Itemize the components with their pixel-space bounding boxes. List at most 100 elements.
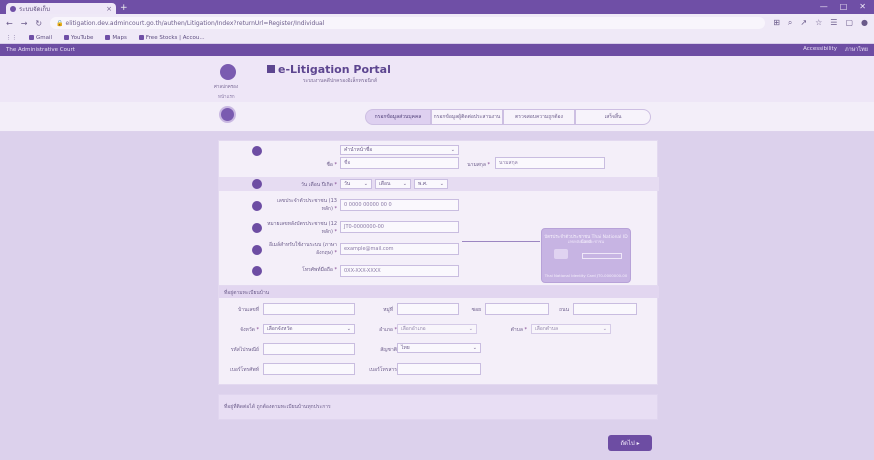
- nationality-label: สัญชาติ: [380, 347, 397, 353]
- user-step-icon: [219, 106, 236, 123]
- soi-label: ซอย: [471, 307, 481, 313]
- contact-note: ที่อยู่ที่ติดต่อได้ ถูกต้องตามทะเบียนบ้า…: [218, 394, 658, 420]
- portal-title[interactable]: e-Litigation Portal: [278, 63, 391, 76]
- step-complete[interactable]: เสร็จสิ้น: [575, 109, 651, 125]
- prefix-select[interactable]: คำนำหน้าชื่อ ⌄: [340, 145, 459, 155]
- step-personal-info[interactable]: กรอกข้อมูลส่วนบุคคล: [365, 109, 431, 125]
- reload-icon[interactable]: ↻: [35, 19, 42, 28]
- sidebar-icon[interactable]: ▢: [845, 18, 853, 28]
- bookmark-freestocks[interactable]: Free Stocks | Accou...: [138, 34, 205, 41]
- step-number-icon: [252, 179, 262, 189]
- bookmark-maps[interactable]: Maps: [105, 34, 127, 41]
- subdistrict-select[interactable]: เลือกตำบล ⌄: [531, 324, 611, 334]
- maps-icon: [105, 35, 111, 40]
- portal-header: ศาลปกครอง e-Litigation Portal ระบบงานคดี…: [0, 56, 874, 102]
- moo-input[interactable]: [397, 303, 459, 315]
- court-name: The Administrative Court: [6, 47, 75, 53]
- soi-input[interactable]: [485, 303, 549, 315]
- youtube-icon: [64, 35, 70, 40]
- bookmark-label: Maps: [112, 34, 127, 41]
- house-no-input[interactable]: [263, 303, 355, 315]
- next-button[interactable]: ถัดไป ▸: [608, 435, 652, 451]
- bookmark-gmail[interactable]: Gmail: [29, 35, 52, 41]
- logo-caption: ศาลปกครอง: [214, 85, 239, 90]
- step-number-icon: [252, 146, 262, 156]
- portal-subtitle: ระบบงานคดีปกครองอิเล็กทรอนิกส์: [303, 78, 377, 84]
- portal-logo-icon: [267, 65, 275, 73]
- idcard-input[interactable]: 0 0000 00000 00 0: [340, 199, 459, 211]
- site-top-bar: The Administrative Court Accessibility ภ…: [0, 44, 874, 56]
- back-icon[interactable]: ←: [6, 19, 13, 28]
- url-text: elitigation.dev.admincourt.go.th/authen/…: [65, 19, 325, 27]
- phone-label: โทรศัพท์มือถือ *: [302, 267, 337, 273]
- court-logo-icon[interactable]: [220, 64, 236, 80]
- other-phone-input[interactable]: [397, 363, 481, 375]
- chevron-down-icon: ⌄: [450, 147, 455, 153]
- postal-label: รหัสไปรษณีย์: [230, 347, 259, 353]
- new-tab-icon[interactable]: +: [120, 3, 128, 14]
- bookmark-label: Free Stocks | Accou...: [145, 34, 205, 41]
- other-phone-label: เบอร์โทรสาร: [369, 367, 397, 373]
- profile-icon[interactable]: ●: [861, 18, 868, 28]
- bookmarks-bar: ⋮⋮ Gmail YouTube Maps Free Stocks | Acco…: [0, 32, 874, 44]
- zoom-icon[interactable]: ⌕: [788, 18, 792, 28]
- bookmark-youtube[interactable]: YouTube: [64, 35, 93, 41]
- birth-day-select[interactable]: วัน ⌄: [340, 179, 372, 189]
- laser-input[interactable]: JT0-0000000-00: [340, 221, 459, 233]
- phone-input[interactable]: 0XX-XXX-XXXX: [340, 265, 459, 277]
- step-contact-info[interactable]: กรอกข้อมูลผู้ติดต่อประสานงาน: [431, 109, 503, 125]
- fax-label: เบอร์โทรศัพท์: [229, 367, 259, 373]
- lastname-label: นามสกุล *: [467, 162, 490, 168]
- translate-icon[interactable]: ⊞: [773, 18, 780, 28]
- accessibility-link[interactable]: Accessibility: [803, 46, 837, 54]
- road-input[interactable]: [573, 303, 637, 315]
- prefix-value: คำนำหน้าชื่อ: [344, 147, 373, 153]
- laser-label: หมายเลขหลังบัตรประชาชน (12 หลัก) *: [267, 221, 337, 235]
- maximize-icon[interactable]: □: [840, 2, 848, 11]
- breadcrumb[interactable]: หน้าแรก: [218, 93, 235, 100]
- birth-month-select[interactable]: เดือน ⌄: [375, 179, 411, 189]
- share-icon[interactable]: ↗: [800, 18, 807, 28]
- step-number-icon: [252, 245, 262, 255]
- apps-icon[interactable]: ⋮⋮: [6, 35, 17, 41]
- extensions-icon[interactable]: ☰: [830, 18, 837, 28]
- bookmark-label: YouTube: [71, 34, 94, 41]
- minimize-icon[interactable]: —: [820, 2, 828, 11]
- road-label: ถนน: [559, 307, 569, 313]
- url-field[interactable]: 🔒 elitigation.dev.admincourt.go.th/authe…: [50, 17, 766, 29]
- lastname-input[interactable]: นามสกุล: [495, 157, 605, 169]
- freestocks-icon: [138, 35, 144, 40]
- browser-actions: ⊞ ⌕ ↗ ☆ ☰ ▢ ●: [773, 18, 868, 28]
- fax-input[interactable]: [263, 363, 355, 375]
- close-tab-icon[interactable]: ×: [106, 5, 112, 13]
- idcard-label: เลขประจำตัวประชาชน (13 หลัก) *: [277, 198, 337, 212]
- personal-info-card: คำนำหน้าชื่อ ⌄ ชื่อ * ชื่อ นามสกุล * นามส…: [218, 140, 659, 287]
- province-select[interactable]: เลือกจังหวัด ⌄: [263, 324, 355, 334]
- registration-steps: กรอกข้อมูลส่วนบุคคล กรอกข้อมูลผู้ติดต่อป…: [0, 102, 874, 132]
- address-bar: ← → ↻ 🔒 elitigation.dev.admincourt.go.th…: [0, 14, 874, 32]
- idcard-example: บัตรประจำตัวประชาชน Thai National ID Car…: [541, 228, 631, 283]
- house-no-label: บ้านเลขที่: [238, 307, 259, 313]
- tab-title: ระบบจัดเก็บ: [19, 5, 50, 13]
- district-select[interactable]: เลือกอำเภอ ⌄: [397, 324, 477, 334]
- idcard-footer: Thai National Identity Card JT0-0000000-…: [544, 273, 628, 278]
- forward-icon[interactable]: →: [21, 19, 28, 28]
- browser-tab[interactable]: ระบบจัดเก็บ ×: [6, 3, 116, 14]
- window-controls: — □ ✕: [820, 2, 866, 11]
- star-icon[interactable]: ☆: [815, 18, 822, 28]
- idcard-chip-icon: [554, 249, 568, 259]
- step-review[interactable]: ตรวจสอบความถูกต้อง: [503, 109, 575, 125]
- bookmark-label: Gmail: [36, 34, 53, 41]
- firstname-label: ชื่อ *: [326, 162, 338, 168]
- email-label: อีเมล์สำหรับใช้งานระบบ (ภาษาอังกฤษ) *: [268, 242, 337, 256]
- moo-label: หมู่ที่: [383, 307, 393, 313]
- birth-year-select[interactable]: พ.ศ. ⌄: [414, 179, 448, 189]
- step-number-icon: [252, 201, 262, 211]
- email-input[interactable]: example@mail.com: [340, 243, 459, 255]
- language-link[interactable]: ภาษาไทย: [845, 46, 868, 54]
- close-window-icon[interactable]: ✕: [859, 2, 866, 11]
- postal-input[interactable]: [263, 343, 355, 355]
- nationality-select[interactable]: ไทย ⌄: [397, 343, 481, 353]
- gmail-icon: [29, 35, 34, 40]
- firstname-input[interactable]: ชื่อ: [340, 157, 459, 169]
